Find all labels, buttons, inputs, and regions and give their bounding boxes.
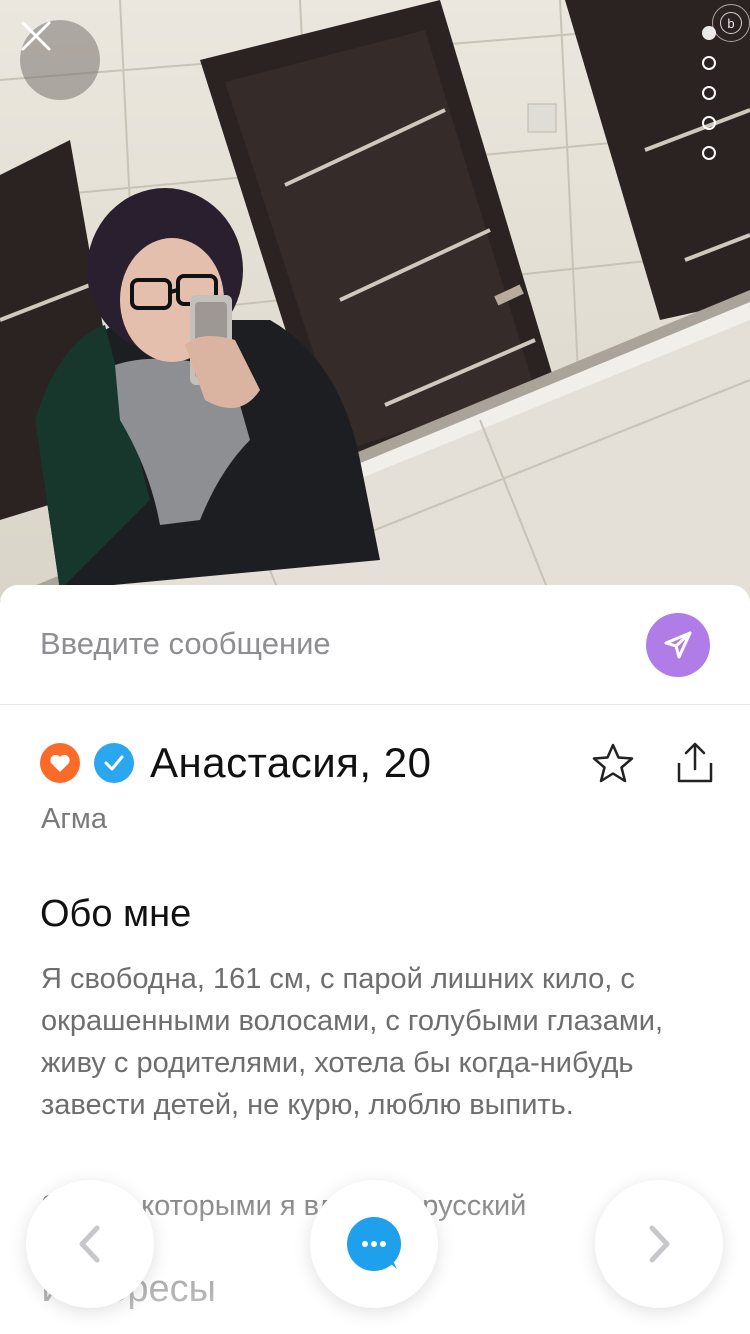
profile-header: Анастасия, 20 [40,738,720,788]
about-title: Обо мне [40,893,192,935]
photo-page-indicator[interactable] [702,26,722,176]
photo-dot-4[interactable] [702,116,716,130]
heart-icon [50,754,70,772]
send-icon [664,631,692,659]
photo-dot-5[interactable] [702,146,716,160]
send-button[interactable] [646,613,710,677]
previous-profile-button[interactable] [26,1180,154,1308]
profile-location: Агма [41,803,107,835]
chat-bubble-graphic [362,1241,397,1269]
next-profile-button[interactable] [595,1180,723,1308]
close-icon [21,21,51,51]
message-bar [0,585,750,705]
about-text: Я свободна, 161 см, с парой лишних кило,… [41,963,664,1121]
close-button[interactable] [20,20,100,100]
photo-dot-1[interactable] [702,26,716,40]
header-actions [588,738,720,788]
photo-dot-3[interactable] [702,86,716,100]
profile-photo[interactable]: b [0,0,750,620]
chat-icon [347,1217,401,1271]
chat-button[interactable] [310,1180,438,1308]
share-button[interactable] [670,738,720,788]
favorite-button[interactable] [588,738,638,788]
chevron-right-icon [649,1225,670,1263]
share-icon [677,742,713,783]
photo-dot-2[interactable] [702,56,716,70]
checkmark-icon [104,755,124,771]
star-icon [592,743,634,783]
verified-badge [94,743,134,783]
photo-illustration [0,0,750,620]
chevron-left-icon [79,1225,100,1263]
heart-badge [40,743,80,783]
message-input[interactable] [40,622,600,666]
profile-name-age: Анастасия, 20 [150,739,432,786]
